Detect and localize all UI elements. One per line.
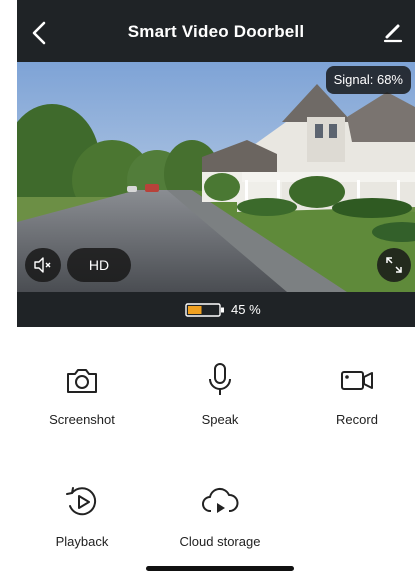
expand-icon (386, 257, 402, 273)
record-label: Record (336, 412, 378, 427)
fullscreen-button[interactable] (377, 248, 411, 282)
speaker-muted-icon (34, 257, 51, 273)
edit-pencil-icon[interactable] (383, 22, 403, 44)
cloud-storage-button[interactable]: Cloud storage (165, 482, 275, 549)
status-bar: 45 % (17, 292, 415, 327)
battery-level-text: 45 % (231, 302, 261, 317)
camera-icon (67, 369, 97, 393)
screenshot-label: Screenshot (49, 412, 115, 427)
battery-icon (185, 303, 224, 317)
video-camera-icon (341, 371, 373, 390)
video-quality-button[interactable]: HD (67, 248, 131, 282)
cloud-storage-label: Cloud storage (179, 534, 261, 549)
screenshot-button[interactable]: Screenshot (27, 360, 137, 427)
playback-button[interactable]: Playback (27, 482, 137, 549)
mute-button[interactable] (25, 248, 61, 282)
playback-label: Playback (55, 534, 109, 549)
playback-icon (66, 487, 97, 516)
page-title: Smart Video Doorbell (127, 22, 305, 41)
speak-label: Speak (201, 412, 239, 427)
home-indicator[interactable] (146, 566, 294, 571)
app-header: Smart Video Doorbell (17, 0, 415, 62)
signal-strength-badge: Signal: 68% (325, 66, 411, 94)
cloud-play-icon (202, 487, 239, 513)
microphone-icon (209, 363, 231, 395)
live-video-view[interactable]: Signal: 68% HD (17, 62, 415, 292)
record-button[interactable]: Record (302, 360, 412, 427)
speak-button[interactable]: Speak (165, 360, 275, 427)
